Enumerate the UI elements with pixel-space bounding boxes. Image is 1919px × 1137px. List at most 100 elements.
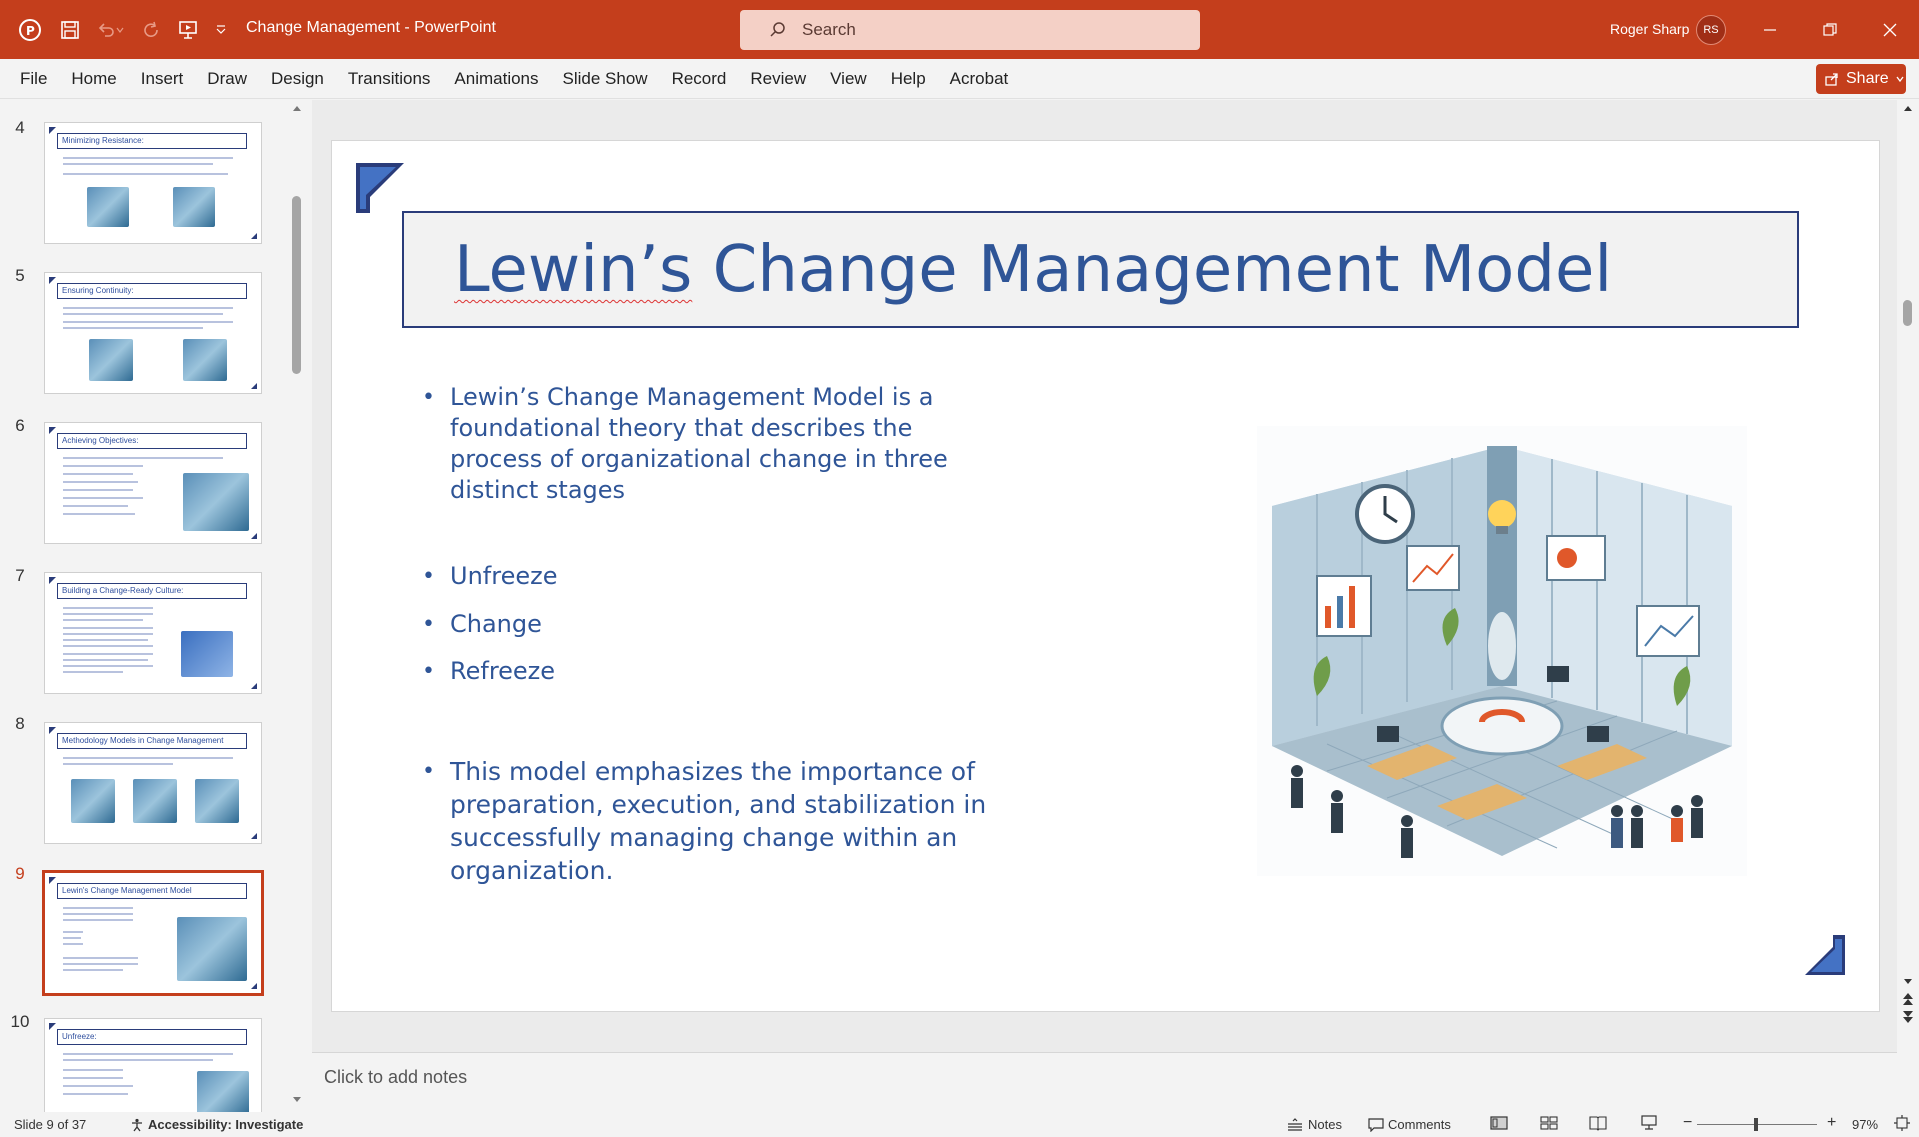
slide-number: 9 <box>15 864 25 883</box>
stage-change: Change <box>450 610 542 638</box>
thumbnail-image <box>183 473 249 531</box>
thumbnail-image <box>183 339 227 381</box>
search-placeholder: Search <box>802 20 856 39</box>
tab-slide-show[interactable]: Slide Show <box>563 69 648 89</box>
corner-decoration <box>251 383 257 389</box>
title-placeholder[interactable]: Lewin’s Change Management Model <box>402 211 1799 328</box>
tab-draw[interactable]: Draw <box>207 69 247 89</box>
normal-view-icon[interactable] <box>1490 1115 1508 1131</box>
slide-thumbnail-5[interactable]: Ensuring Continuity: <box>44 272 262 394</box>
thumbnail-text-line <box>63 1053 233 1055</box>
close-button[interactable] <box>1872 12 1908 48</box>
slide-title: Lewin’s Change Management Model <box>454 233 1612 307</box>
thumbnail-text-line <box>63 607 153 609</box>
office-illustration-image[interactable] <box>1257 426 1747 876</box>
current-slide[interactable]: Lewin’s Change Management Model • Lewin’… <box>331 140 1880 1012</box>
bullet-text: This model emphasizes the importance of … <box>450 757 987 885</box>
thumbnail-title: Lewin's Change Management Model <box>57 883 247 899</box>
next-slide-icon[interactable] <box>1902 1010 1914 1024</box>
tab-help[interactable]: Help <box>891 69 926 89</box>
thumbnail-text-line <box>63 943 83 945</box>
search-box[interactable]: Search <box>740 10 1200 50</box>
thumbnail-text-line <box>63 757 233 759</box>
thumbnail-text-line <box>63 513 135 515</box>
chevron-down-icon <box>1895 74 1905 84</box>
slide-thumbnail-4[interactable]: Minimizing Resistance: <box>44 122 262 244</box>
thumbnail-scrollbar[interactable] <box>290 100 304 1110</box>
comments-button[interactable]: Comments <box>1368 1117 1451 1132</box>
scroll-down-arrow-icon[interactable] <box>292 1096 302 1104</box>
corner-decoration <box>49 1023 56 1030</box>
slide-thumbnail-7[interactable]: Building a Change-Ready Culture: <box>44 572 262 694</box>
thumbnail-text-line <box>63 671 123 673</box>
bullet-dot: • <box>422 612 435 637</box>
slide-number: 10 <box>10 1012 30 1031</box>
bullet-closing[interactable]: • This model emphasizes the importance o… <box>422 755 990 887</box>
slide-thumbnail-9[interactable]: Lewin's Change Management Model <box>42 870 264 996</box>
scrollbar-thumb[interactable] <box>292 196 301 374</box>
tab-acrobat[interactable]: Acrobat <box>950 69 1009 89</box>
tab-record[interactable]: Record <box>672 69 727 89</box>
slide-sorter-view-icon[interactable] <box>1540 1115 1558 1131</box>
thumbnail-text-line <box>63 505 128 507</box>
thumbnail-image <box>89 339 133 381</box>
reading-view-icon[interactable] <box>1589 1115 1607 1131</box>
present-from-beginning-icon[interactable] <box>172 14 204 46</box>
zoom-out-icon[interactable]: − <box>1683 1114 1692 1132</box>
tab-design[interactable]: Design <box>271 69 324 89</box>
tab-view[interactable]: View <box>830 69 867 89</box>
scroll-up-arrow-icon[interactable] <box>1903 104 1913 112</box>
zoom-slider-thumb[interactable] <box>1754 1118 1758 1131</box>
zoom-in-icon[interactable]: + <box>1827 1114 1836 1132</box>
thumbnail-text-line <box>63 173 228 175</box>
avatar[interactable]: RS <box>1696 15 1726 45</box>
bullet-text: Lewin’s Change Management Model is a fou… <box>450 383 948 504</box>
user-name[interactable]: Roger Sharp <box>1610 21 1689 37</box>
thumbnail-text-line <box>63 619 143 621</box>
thumbnail-image <box>197 1071 249 1112</box>
bullet-intro[interactable]: • Lewin’s Change Management Model is a f… <box>422 382 950 506</box>
restore-button[interactable] <box>1812 12 1848 48</box>
fit-to-window-icon[interactable] <box>1894 1115 1910 1131</box>
redo-icon[interactable] <box>136 14 168 46</box>
slide-scrollbar[interactable] <box>1898 100 1919 1030</box>
save-icon[interactable] <box>54 14 86 46</box>
previous-slide-icon[interactable] <box>1902 992 1914 1006</box>
minimize-button[interactable] <box>1752 12 1788 48</box>
tab-home[interactable]: Home <box>71 69 116 89</box>
share-button[interactable]: Share <box>1816 64 1906 94</box>
zoom-level[interactable]: 97% <box>1852 1117 1878 1132</box>
tab-insert[interactable]: Insert <box>141 69 184 89</box>
thumbnail-text-line <box>63 763 173 765</box>
slideshow-view-icon[interactable] <box>1640 1115 1658 1131</box>
bullet-stage[interactable]: • Refreeze <box>422 656 555 687</box>
thumbnail-text-line <box>63 907 133 909</box>
bullet-stage[interactable]: • Unfreeze <box>422 561 557 592</box>
notes-pane[interactable]: Click to add notes <box>312 1052 1897 1112</box>
comments-label: Comments <box>1388 1117 1451 1132</box>
scrollbar-thumb[interactable] <box>1903 300 1912 326</box>
thumbnail-text-line <box>63 457 223 459</box>
tab-review[interactable]: Review <box>750 69 806 89</box>
thumbnail-text-line <box>63 639 148 641</box>
bullet-stage[interactable]: • Change <box>422 609 542 640</box>
customize-toolbar-icon[interactable] <box>208 14 234 46</box>
slide-thumbnail-10[interactable]: Unfreeze: <box>44 1018 262 1112</box>
tab-file[interactable]: File <box>20 69 47 89</box>
thumbnail-text-line <box>63 473 133 475</box>
corner-decoration <box>251 833 257 839</box>
accessibility-button[interactable]: Accessibility: Investigate <box>130 1117 303 1132</box>
scroll-down-arrow-icon[interactable] <box>1903 978 1913 986</box>
undo-dropdown-icon[interactable] <box>112 14 128 46</box>
tab-animations[interactable]: Animations <box>454 69 538 89</box>
tab-transitions[interactable]: Transitions <box>348 69 431 89</box>
thumbnail-text-line <box>63 665 153 667</box>
slide-thumbnail-8[interactable]: Methodology Models in Change Management <box>44 722 262 844</box>
accessibility-label: Accessibility: Investigate <box>148 1117 304 1132</box>
thumbnail-text-line <box>63 1077 123 1079</box>
slide-thumbnail-6[interactable]: Achieving Objectives: <box>44 422 262 544</box>
scroll-up-arrow-icon[interactable] <box>292 104 302 112</box>
notes-toggle-button[interactable]: Notes <box>1286 1117 1342 1132</box>
thumbnail-image <box>173 187 215 227</box>
corner-decoration <box>49 877 56 884</box>
